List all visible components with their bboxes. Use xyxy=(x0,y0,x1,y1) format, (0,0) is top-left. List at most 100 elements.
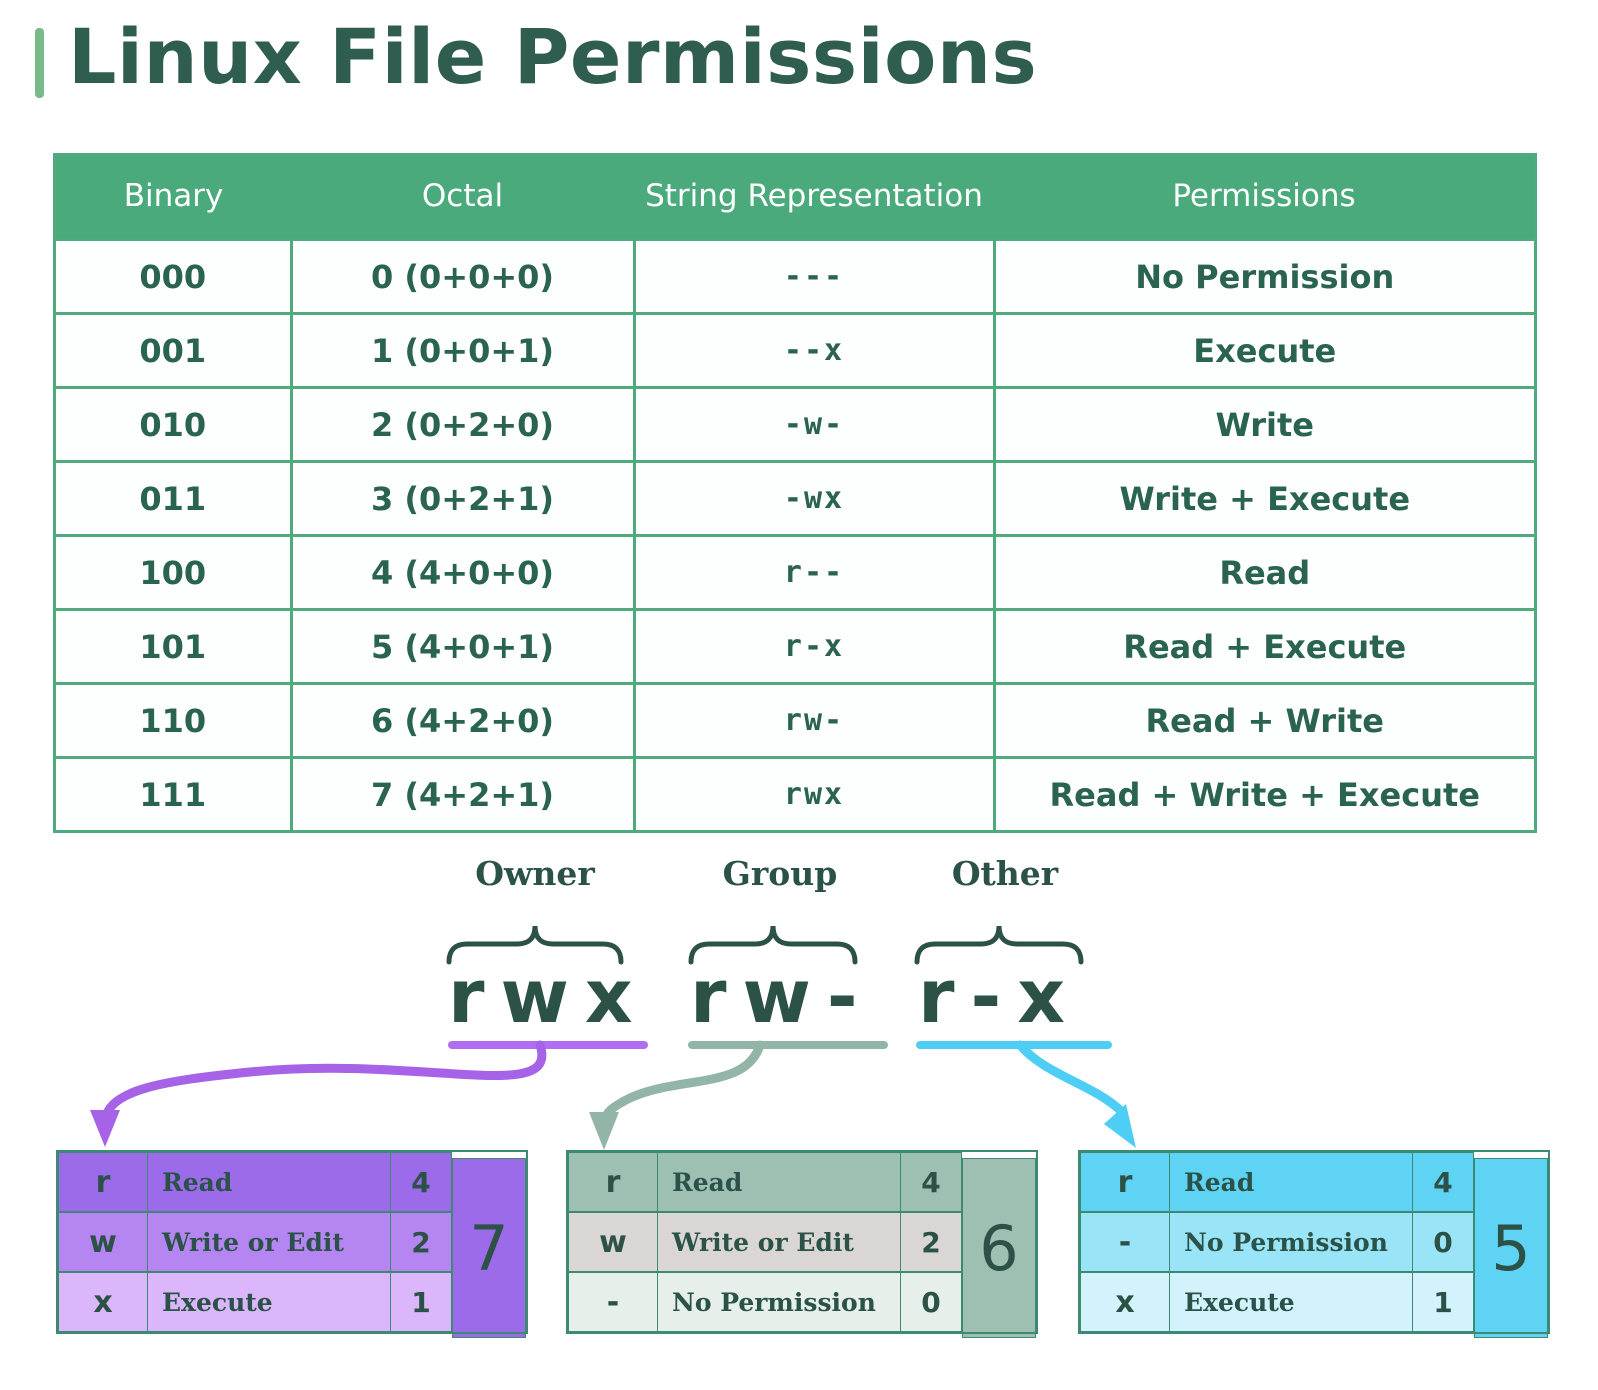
column-header-binary: Binary xyxy=(56,156,291,240)
cell-octal: 1 (0+0+1) xyxy=(289,312,636,389)
permission-row: x Execute 1 xyxy=(58,1272,452,1332)
table-row: 001 1 (0+0+1) --x Execute xyxy=(56,312,1534,389)
permission-description: Write or Edit xyxy=(658,1212,901,1272)
permission-row: w Write or Edit 2 xyxy=(568,1212,962,1272)
table-row: 100 4 (4+0+0) r-- Read xyxy=(56,534,1534,611)
cell-permissions: Read + Write xyxy=(992,682,1534,759)
rwx-chars-owner: rwx xyxy=(448,954,649,1040)
permission-detail-box-group: r Read 4 w Write or Edit 2- No Permission 0 6 xyxy=(566,1150,1038,1338)
permission-value: 2 xyxy=(901,1212,962,1272)
permission-description: Execute xyxy=(148,1272,391,1332)
cell-octal: 3 (0+2+1) xyxy=(289,460,636,537)
cell-permissions: Write + Execute xyxy=(992,460,1534,537)
cell-permissions: Read + Write + Execute xyxy=(992,756,1534,830)
underline-owner xyxy=(448,1041,648,1049)
octal-total-other: 5 xyxy=(1474,1158,1548,1338)
table-row: 111 7 (4+2+1) rwx Read + Write + Execute xyxy=(56,756,1534,830)
column-header-string-representation: String Representation xyxy=(634,156,994,240)
permission-symbol: r xyxy=(568,1152,658,1212)
title-accent-bar xyxy=(35,28,44,98)
cell-string: r-- xyxy=(632,534,996,611)
cell-binary: 100 xyxy=(56,534,293,611)
permission-description: Read xyxy=(148,1152,391,1212)
cell-binary: 101 xyxy=(56,608,293,685)
cell-binary: 001 xyxy=(56,312,293,389)
cell-string: -w- xyxy=(632,386,996,463)
permission-description: No Permission xyxy=(658,1272,901,1332)
permission-value: 0 xyxy=(901,1272,962,1332)
cell-string: --- xyxy=(632,238,996,315)
permission-row: - No Permission 0 xyxy=(1080,1212,1474,1272)
column-header-permissions: Permissions xyxy=(994,156,1534,240)
group-label-group: Group xyxy=(722,854,838,893)
permission-symbol: - xyxy=(568,1272,658,1332)
permission-value: 4 xyxy=(391,1152,452,1212)
cell-permissions: No Permission xyxy=(992,238,1534,315)
permission-description: Read xyxy=(1170,1152,1413,1212)
table-row: 101 5 (4+0+1) r-x Read + Execute xyxy=(56,608,1534,685)
permission-value: 4 xyxy=(1413,1152,1474,1212)
permission-rows: r Read 4 w Write or Edit 2 x Execute 1 xyxy=(58,1152,452,1332)
permission-value: 0 xyxy=(1413,1212,1474,1272)
watermark xyxy=(1038,30,1578,90)
underline-group xyxy=(688,1041,888,1049)
cell-permissions: Write xyxy=(992,386,1534,463)
cell-octal: 7 (4+2+1) xyxy=(289,756,636,830)
column-header-octal: Octal xyxy=(291,156,634,240)
octal-total-owner: 7 xyxy=(452,1158,526,1338)
permission-symbol: w xyxy=(58,1212,148,1272)
permission-description: Write or Edit xyxy=(148,1212,391,1272)
rwx-chars-group: rw- xyxy=(690,954,874,1040)
group-label-other: Other xyxy=(951,854,1059,893)
permission-symbol: x xyxy=(1080,1272,1170,1332)
permissions-reference-table: Binary Octal String Representation Permi… xyxy=(56,156,1534,830)
table-row: 110 6 (4+2+0) rw- Read + Write xyxy=(56,682,1534,759)
permission-row: - No Permission 0 xyxy=(568,1272,962,1332)
rwx-chars-other: r-x xyxy=(918,954,1081,1040)
page-title: Linux File Permissions xyxy=(68,12,1038,101)
permission-row: r Read 4 xyxy=(58,1152,452,1212)
cell-string: rw- xyxy=(632,682,996,759)
table-row: 010 2 (0+2+0) -w- Write xyxy=(56,386,1534,463)
permission-rows: r Read 4- No Permission 0 x Execute 1 xyxy=(1080,1152,1474,1332)
cell-string: r-x xyxy=(632,608,996,685)
permission-detail-box-owner: r Read 4 w Write or Edit 2 x Execute 1 7 xyxy=(56,1150,528,1338)
permission-symbol: - xyxy=(1080,1212,1170,1272)
permission-description: No Permission xyxy=(1170,1212,1413,1272)
permission-symbol: r xyxy=(58,1152,148,1212)
cell-permissions: Execute xyxy=(992,312,1534,389)
cell-binary: 000 xyxy=(56,238,293,315)
cell-permissions: Read xyxy=(992,534,1534,611)
underline-other xyxy=(916,1041,1112,1049)
permission-rows: r Read 4 w Write or Edit 2- No Permission 0 xyxy=(568,1152,962,1332)
permission-row: w Write or Edit 2 xyxy=(58,1212,452,1272)
cell-octal: 4 (4+0+0) xyxy=(289,534,636,611)
permission-description: Execute xyxy=(1170,1272,1413,1332)
cell-octal: 6 (4+2+0) xyxy=(289,682,636,759)
permission-row: r Read 4 xyxy=(1080,1152,1474,1212)
permission-detail-box-other: r Read 4- No Permission 0 x Execute 1 5 xyxy=(1078,1150,1550,1338)
table-header-row: Binary Octal String Representation Permi… xyxy=(56,156,1534,240)
permission-symbol: r xyxy=(1080,1152,1170,1212)
permission-value: 2 xyxy=(391,1212,452,1272)
octal-total-group: 6 xyxy=(962,1158,1036,1338)
cell-string: -wx xyxy=(632,460,996,537)
group-label-owner: Owner xyxy=(475,854,595,893)
permission-row: r Read 4 xyxy=(568,1152,962,1212)
permission-row: x Execute 1 xyxy=(1080,1272,1474,1332)
page-header: Linux File Permissions xyxy=(0,0,1598,128)
permission-symbol: x xyxy=(58,1272,148,1332)
cell-binary: 110 xyxy=(56,682,293,759)
cell-permissions: Read + Execute xyxy=(992,608,1534,685)
cell-octal: 5 (4+0+1) xyxy=(289,608,636,685)
rwx-breakdown-diagram: Owner Group Other rwx rw- r-x xyxy=(0,836,1598,1126)
permission-description: Read xyxy=(658,1152,901,1212)
cell-string: rwx xyxy=(632,756,996,830)
cell-octal: 2 (0+2+0) xyxy=(289,386,636,463)
table-row: 011 3 (0+2+1) -wx Write + Execute xyxy=(56,460,1534,537)
cell-octal: 0 (0+0+0) xyxy=(289,238,636,315)
table-row: 000 0 (0+0+0) --- No Permission xyxy=(56,238,1534,315)
permission-value: 1 xyxy=(391,1272,452,1332)
permission-value: 4 xyxy=(901,1152,962,1212)
cell-binary: 111 xyxy=(56,756,293,830)
